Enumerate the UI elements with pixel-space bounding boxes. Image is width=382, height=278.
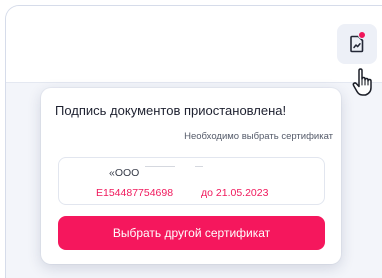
certificate-organization: «ООО — [109, 167, 140, 179]
top-bar — [6, 6, 382, 83]
select-another-certificate-button[interactable]: Выбрать другой сертификат — [58, 216, 325, 250]
organization-name-redacted — [145, 166, 175, 170]
signature-suspended-popover: Подпись документов приостановлена! Необх… — [41, 88, 341, 264]
certificate-valid-until: до 21.05.2023 — [201, 187, 269, 199]
hand-pointer-cursor-icon — [352, 68, 372, 96]
notification-badge — [358, 31, 366, 39]
document-notifications-button[interactable] — [337, 24, 377, 64]
certificate-number: E154487754698 — [96, 187, 174, 199]
popover-title: Подпись документов приостановлена! — [55, 103, 287, 118]
app-window: Подпись документов приостановлена! Необх… — [5, 5, 382, 278]
popover-hint: Необходимо выбрать сертификат — [184, 131, 333, 142]
organization-name-redacted-2 — [195, 166, 203, 167]
certificate-card[interactable]: «ООО E154487754698 до 21.05.2023 — [58, 157, 325, 205]
